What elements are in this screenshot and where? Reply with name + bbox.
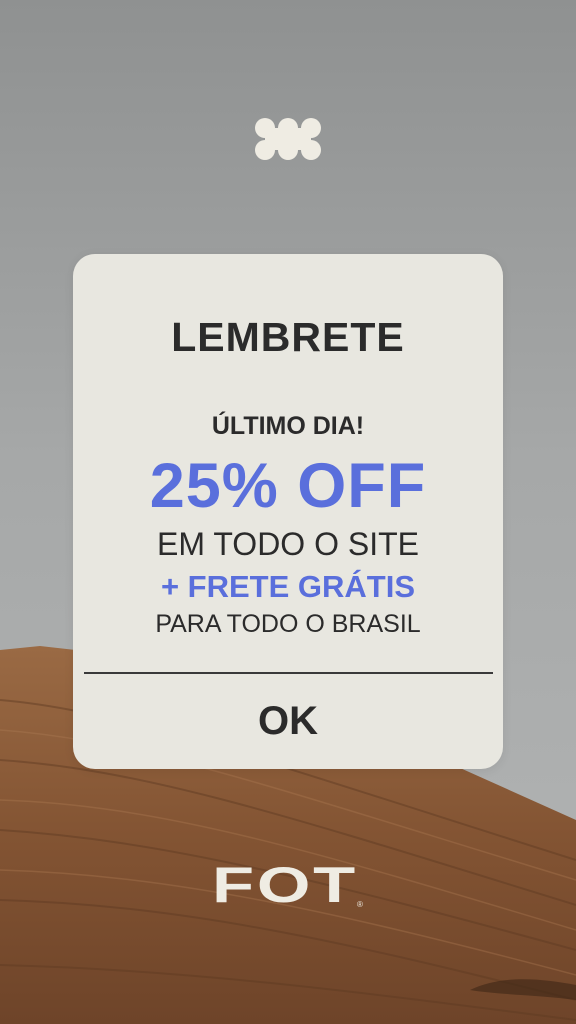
brand-flower-icon: [255, 118, 321, 160]
discount-scope: EM TODO O SITE: [157, 526, 419, 562]
brand-logo: FOT ®: [212, 860, 363, 910]
last-day-label: ÚLTIMO DIA!: [211, 412, 365, 440]
popup-title: LEMBRETE: [171, 314, 405, 360]
reminder-popup: LEMBRETE ÚLTIMO DIA! 25% OFF EM TODO O S…: [73, 254, 503, 769]
ok-button[interactable]: OK: [73, 674, 503, 769]
discount-headline: 25% OFF: [149, 451, 427, 521]
registered-mark: ®: [357, 900, 363, 909]
brand-logo-text: FOT: [212, 860, 358, 910]
free-shipping-label: + FRETE GRÁTIS: [160, 569, 416, 604]
shipping-scope: PARA TODO O BRASIL: [155, 610, 421, 638]
